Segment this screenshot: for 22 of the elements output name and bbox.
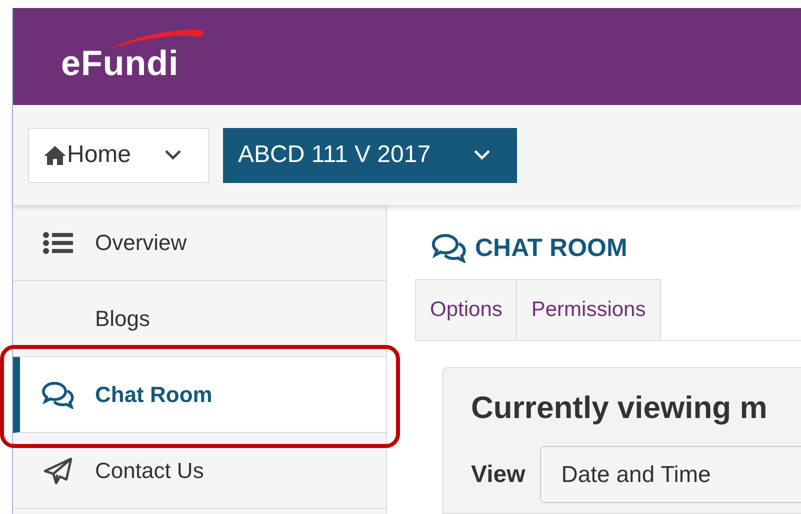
efundi-logo[interactable]: eFundi <box>61 28 205 85</box>
sidebar-item-label: Chat Room <box>95 382 212 408</box>
view-select[interactable]: Date and Time <box>540 446 801 503</box>
chat-icon <box>41 380 75 408</box>
tab[interactable]: Options <box>415 279 518 340</box>
home-icon <box>43 144 67 166</box>
sidebar-item-label: Overview <box>95 230 187 256</box>
sidebar-item[interactable]: Contact Us <box>13 433 386 509</box>
caret-icon <box>473 149 491 161</box>
sidebar-item-label: Contact Us <box>95 458 204 484</box>
view-label: View <box>471 460 526 488</box>
home-dropdown[interactable]: Home <box>28 128 209 182</box>
sidebar-item-label: Blogs <box>95 306 150 332</box>
paper-plane-icon <box>41 456 75 484</box>
site-dropdown[interactable]: ABCD 111 V 2017 <box>223 128 517 182</box>
page-title: CHAT ROOM <box>475 234 628 262</box>
panel-heading: Currently viewing m <box>471 390 768 426</box>
caret-icon <box>164 149 182 161</box>
sidebar-item[interactable]: Chat Room <box>13 357 386 433</box>
tab[interactable]: Permissions <box>517 279 661 340</box>
chat-icon <box>431 233 467 263</box>
sidebar-item[interactable]: Overview <box>13 205 386 281</box>
